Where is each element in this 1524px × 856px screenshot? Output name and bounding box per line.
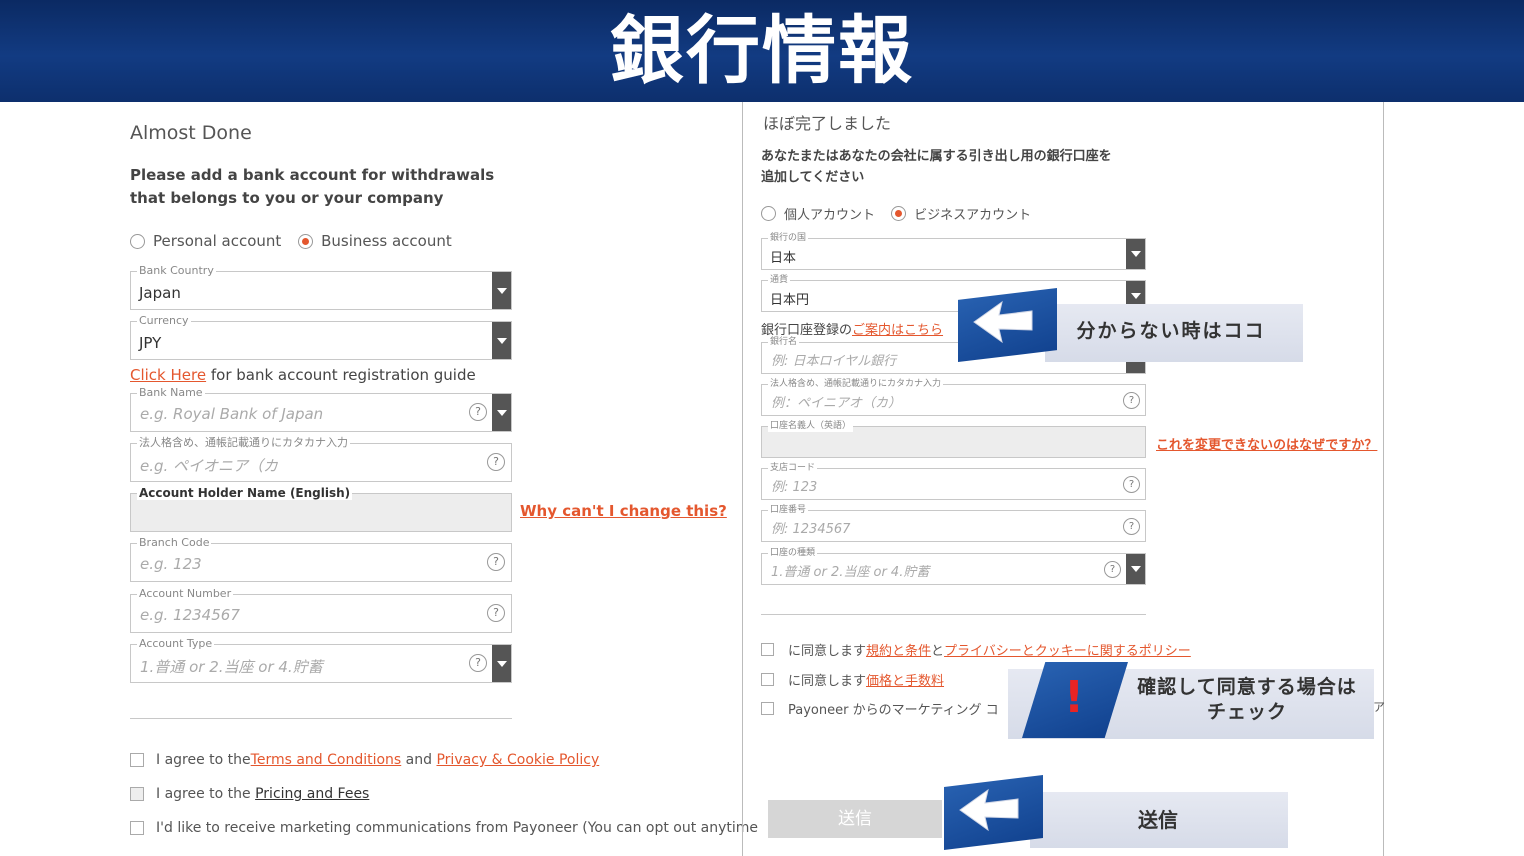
bank-country-select[interactable]: 銀行の国 日本 [761,233,1146,270]
marketing-text-tail: ア [1373,700,1386,714]
checkbox[interactable] [130,753,144,767]
chevron-down-icon[interactable] [492,322,511,359]
agree-pricing-checkbox-row[interactable]: I agree to the Pricing and Fees [130,786,369,802]
account-holder-name-field: Account Holder Name (English) [130,486,512,532]
radio-circle[interactable] [130,233,145,249]
terms-link[interactable]: Terms and Conditions [251,752,402,768]
radio-personal-account[interactable]: Personal account [130,232,281,250]
branch-code-input[interactable]: 支店コード 例: 123 ? [761,463,1146,500]
help-icon[interactable]: ? [1123,518,1140,535]
english-form-panel: Almost Done Please add a bank account fo… [0,102,758,856]
chevron-down-icon[interactable] [1126,554,1145,584]
radio-personal-account[interactable]: 個人アカウント [761,204,875,223]
callout-text: 送信 [1138,808,1178,832]
checkbox[interactable] [130,821,144,835]
pricing-fees-link[interactable]: 価格と手数料 [866,670,944,689]
chevron-down-icon[interactable] [492,394,511,431]
bank-name-input[interactable]: Bank Name e.g. Royal Bank of Japan ? [130,386,512,432]
chevron-down-icon[interactable] [492,645,511,682]
account-number-input[interactable]: Account Number e.g. 1234567 ? [130,587,512,633]
why-cant-change-link[interactable]: これを変更できないのはなぜですか？ [1156,434,1377,453]
bank-country-value: Japan [139,284,181,302]
checkbox[interactable] [761,673,774,686]
account-type-select[interactable]: Account Type 1.普通 or 2.当座 or 4.貯蓄 ? [130,637,512,683]
agree-terms-checkbox-row[interactable]: I agree to the Terms and Conditions and … [130,752,599,768]
radio-circle[interactable] [761,206,776,221]
registration-guide: 銀行口座登録のご案内はこちら [761,323,944,338]
help-icon[interactable]: ? [487,604,505,622]
checkbox[interactable] [761,702,774,715]
pricing-fees-link[interactable]: Pricing and Fees [255,786,369,802]
account-holder-name-field: 口座名義人（英語） [761,421,1146,458]
account-number-input[interactable]: 口座番号 例: 1234567 ? [761,505,1146,542]
account-type-radio-group: 個人アカウント ビジネスアカウント [761,204,1043,225]
divider [761,614,1146,615]
privacy-policy-link[interactable]: プライバシーとクッキーに関するポリシー [944,640,1191,659]
radio-business-account[interactable]: Business account [298,232,452,250]
katakana-name-input[interactable]: 法人格含め、通帳記載通りにカタカナ入力 例：ペイニアオ（カ） ? [761,379,1146,416]
agree-pricing-checkbox-row[interactable]: に同意します 価格と手数料 [761,670,944,689]
page-subtitle: Please add a bank account for withdrawal… [130,166,495,207]
katakana-name-input[interactable]: 法人格含め、通帳記載通りにカタカナ入力 e.g. ペイオニア（カ ? [130,436,512,482]
help-icon[interactable]: ? [487,553,505,571]
help-icon[interactable]: ? [1104,561,1121,578]
agree-terms-checkbox-row[interactable]: に同意します 規約と条件 と プライバシーとクッキーに関するポリシー [761,640,1191,659]
chevron-down-icon[interactable] [492,272,511,309]
guide-link[interactable]: ご案内はこちら [852,323,943,338]
radio-circle-selected[interactable] [891,206,907,221]
checkbox[interactable] [761,643,774,656]
currency-value: JPY [139,334,162,352]
account-type-radio-group: Personal account Business account [130,232,464,253]
click-here-link[interactable]: Click Here [130,366,206,384]
divider [130,718,512,719]
exclamation-icon: ! [1063,672,1085,723]
arrow-left-icon [973,300,1033,344]
bank-country-select[interactable]: Bank Country Japan [130,264,512,310]
arrow-left-icon [959,788,1019,832]
japanese-form-panel: ほぼ完了しました あなたまたはあなたの会社に属する引き出し用の銀行口座を 追加し… [742,102,1386,856]
marketing-checkbox-row[interactable]: I'd like to receive marketing communicat… [130,820,758,836]
radio-circle-selected[interactable] [298,233,314,249]
page-subtitle: あなたまたはあなたの会社に属する引き出し用の銀行口座を 追加してください [761,149,1112,185]
branch-code-input[interactable]: Branch Code e.g. 123 ? [130,536,512,582]
terms-link[interactable]: 規約と条件 [866,640,931,659]
page-title: Almost Done [130,122,252,144]
help-icon[interactable]: ? [487,453,505,471]
callout-text: 確認して同意する場合は チェック [1137,676,1357,723]
submit-button[interactable]: 送信 [768,800,942,838]
currency-select[interactable]: Currency JPY [130,314,512,360]
checkbox[interactable] [130,787,144,801]
privacy-policy-link[interactable]: Privacy & Cookie Policy [436,752,599,768]
registration-guide: Click Here for bank account registration… [130,366,476,384]
help-icon[interactable]: ? [469,403,487,421]
chevron-down-icon[interactable] [1126,239,1145,269]
help-icon[interactable]: ? [469,654,487,672]
page-title: ほぼ完了しました [763,114,892,133]
help-icon[interactable]: ? [1123,392,1140,409]
why-cant-change-link[interactable]: Why can't I change this? [520,502,727,520]
account-type-select[interactable]: 口座の種類 1.普通 or 2.当座 or 4.貯蓄 ? [761,548,1146,585]
callout-text: 分からない時はココ [1076,320,1266,342]
help-icon[interactable]: ? [1123,476,1140,493]
banner-title: 銀行情報 [610,8,914,94]
marketing-checkbox-row[interactable]: Payoneer からのマーケティング コ [761,699,999,718]
radio-business-account[interactable]: ビジネスアカウント [891,204,1031,223]
header-banner: 銀行情報 [0,0,1524,102]
